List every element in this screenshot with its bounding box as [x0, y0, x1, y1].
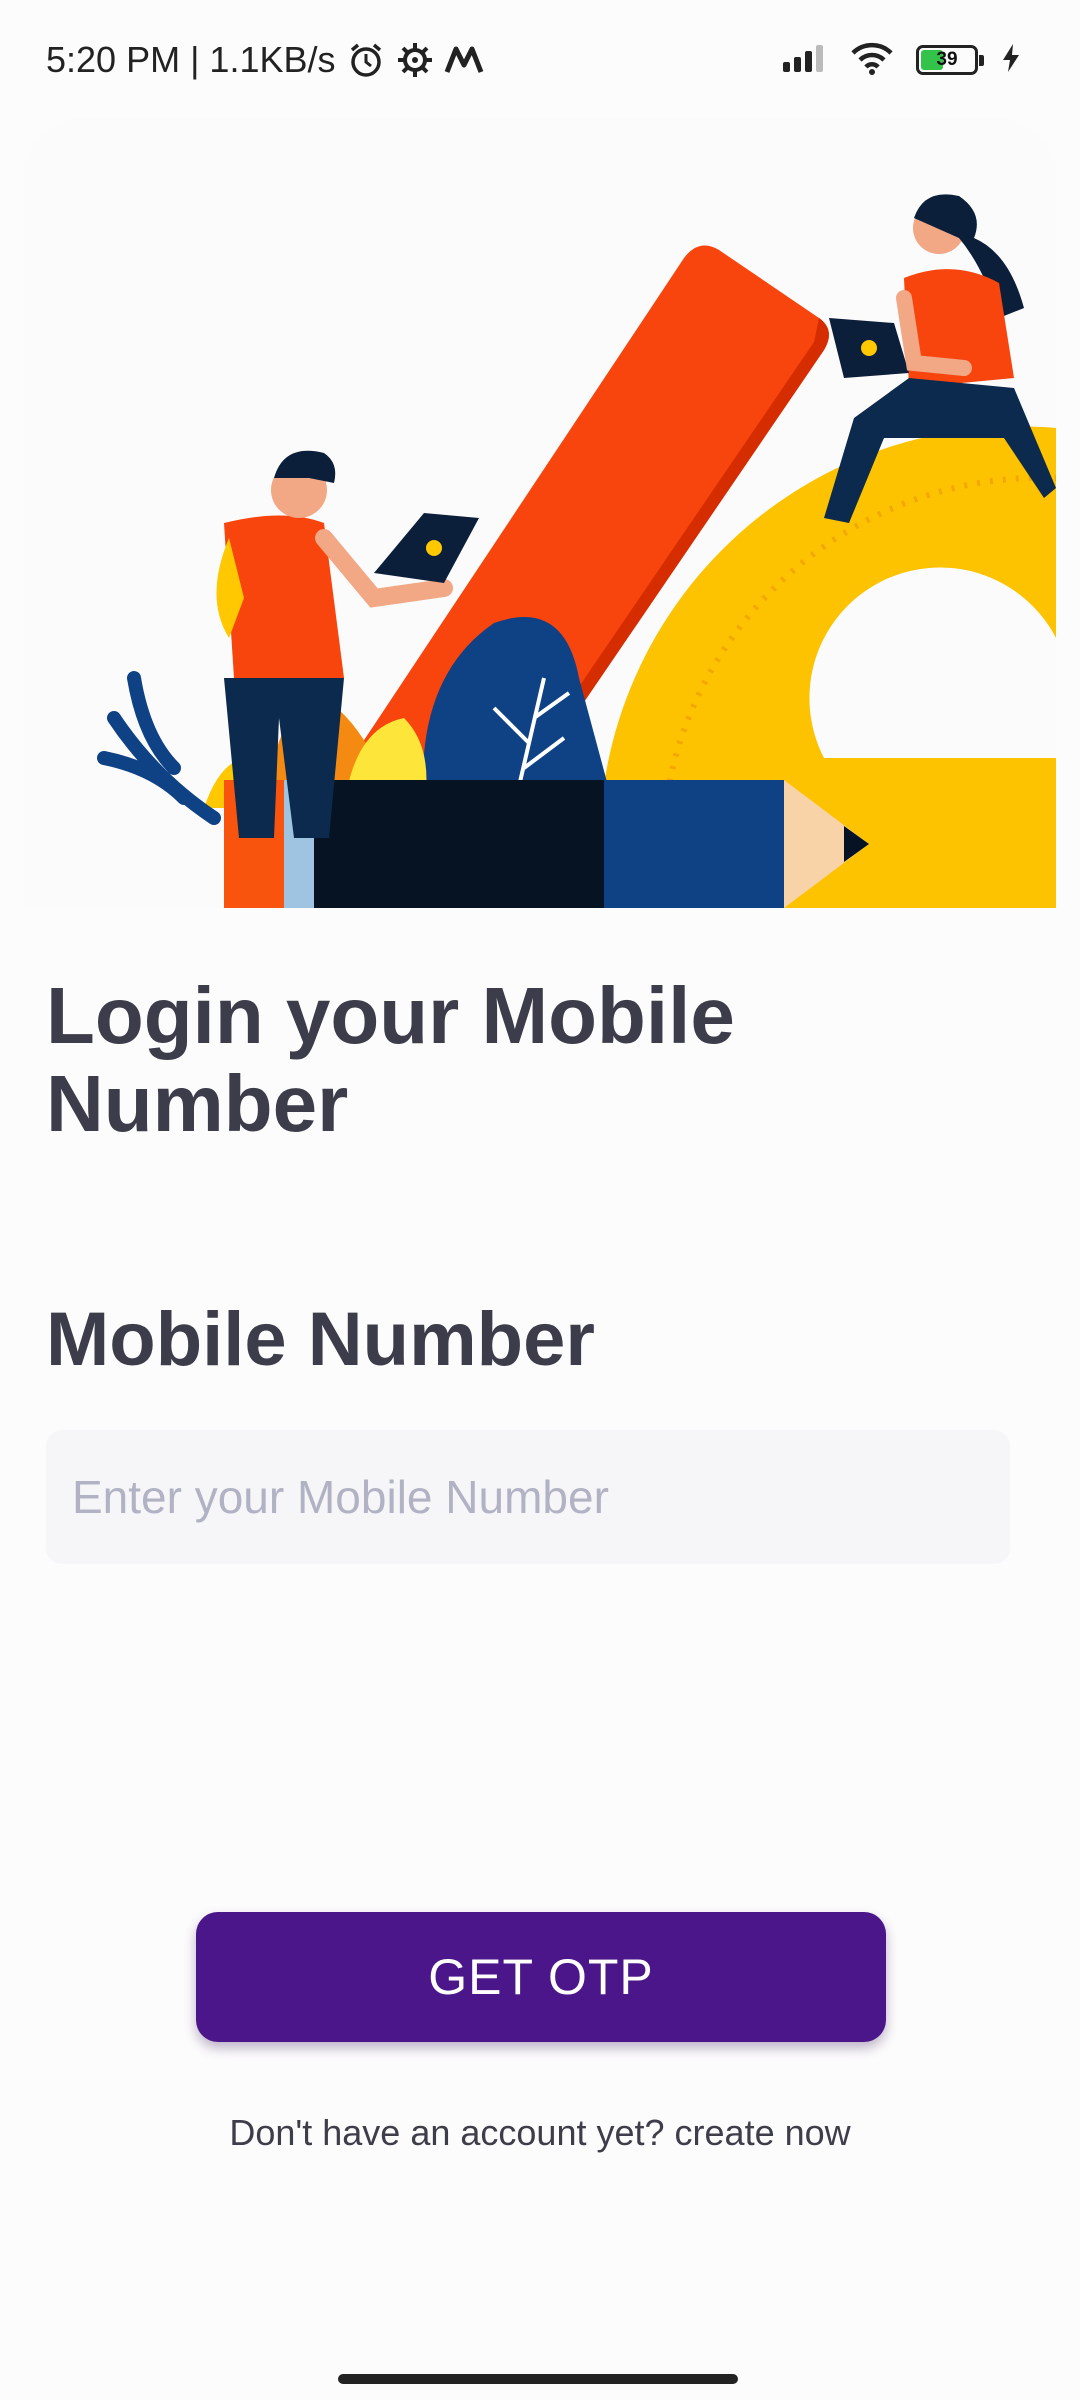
charging-icon: [1000, 43, 1022, 78]
alarm-icon: [346, 40, 386, 80]
login-illustration: [24, 118, 1056, 908]
signup-prompt-line: Don't have an account yet? create now: [0, 2112, 1080, 2154]
get-otp-button[interactable]: GET OTP: [196, 1912, 886, 2042]
page-title: Login your Mobile Number: [46, 971, 735, 1148]
mobile-number-label: Mobile Number: [46, 1297, 595, 1382]
create-account-link[interactable]: create now: [675, 2112, 851, 2153]
status-right: 39: [782, 36, 1022, 84]
battery-icon: 39: [916, 45, 984, 75]
battery-level: 39: [936, 49, 958, 70]
wifi-icon: [850, 41, 894, 80]
status-bar: 5:20 PM | 1.1KB/s 39: [0, 0, 1080, 120]
m-logo-icon: [444, 44, 484, 76]
mobile-number-field[interactable]: [46, 1430, 1010, 1564]
status-left: 5:20 PM | 1.1KB/s: [46, 36, 484, 84]
home-indicator[interactable]: [338, 2374, 738, 2384]
gear-icon: [396, 41, 434, 79]
mobile-number-input[interactable]: [46, 1430, 1010, 1564]
status-time-speed: 5:20 PM | 1.1KB/s: [46, 39, 336, 80]
signal-icon: [782, 44, 828, 77]
signup-prompt-text: Don't have an account yet?: [229, 2112, 665, 2153]
